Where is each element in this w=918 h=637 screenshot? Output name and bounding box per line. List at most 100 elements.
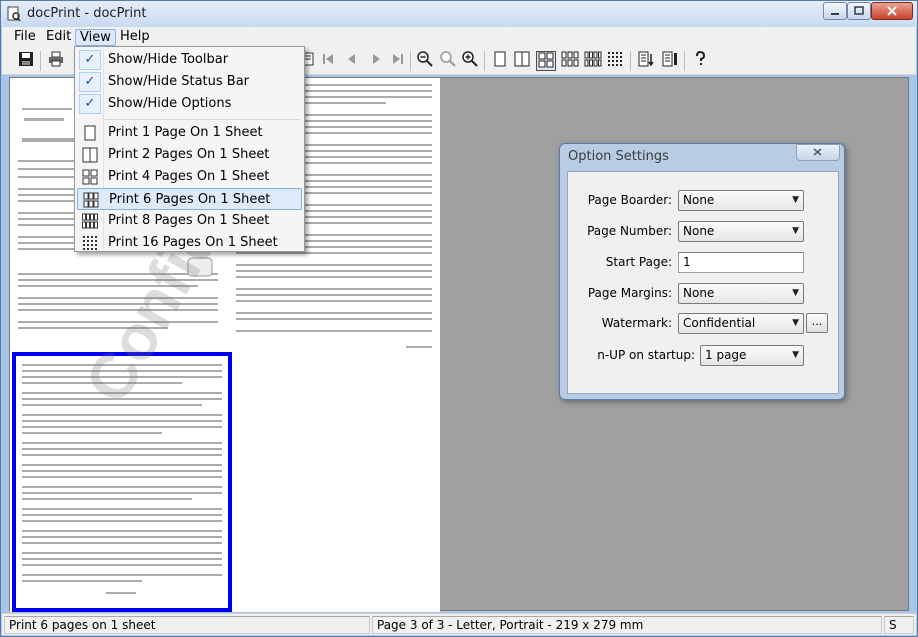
zoom-fit-icon[interactable] [438,51,458,71]
page-boarder-select[interactable]: None ▼ [678,190,804,211]
first-page-icon[interactable] [318,51,338,71]
menu-item-label: Print 8 Pages On 1 Sheet [108,213,270,228]
watermark-label: Watermark: [601,316,672,330]
nup-row: n-UP on startup: 1 page ▼ [568,345,840,367]
title-bar: docPrint - docPrint [1,1,917,27]
layout-16up-icon [608,52,622,66]
minimize-button[interactable] [823,2,847,20]
zoom-in-icon[interactable] [460,51,480,71]
layout-6up-button[interactable] [560,51,580,71]
toolbar-separator [484,51,485,71]
menu-item-label: Show/Hide Options [108,96,232,111]
menu-item-label: Print 1 Page On 1 Sheet [108,125,263,140]
menu-item-print-8-pages[interactable]: Print 8 Pages On 1 Sheet [77,210,302,232]
layout-16up-icon [83,236,97,250]
menu-item-toggle-toolbar[interactable]: ✓ Show/Hide Toolbar [77,49,302,71]
layout-4up-icon [82,169,98,185]
menu-view[interactable]: View [75,29,116,46]
menu-item-print-1-page[interactable]: Print 1 Page On 1 Sheet [77,122,302,144]
next-page-icon[interactable] [366,51,386,71]
menu-item-label: Show/Hide Toolbar [108,52,229,67]
menu-item-print-6-pages[interactable]: Print 6 Pages On 1 Sheet [77,188,302,210]
view-menu-dropdown: ✓ Show/Hide Toolbar ✓ Show/Hide Status B… [74,46,305,252]
app-icon [7,6,21,22]
menu-bar: File Edit View Help [2,27,916,47]
menu-edit[interactable]: Edit [42,29,75,46]
help-icon[interactable] [690,50,710,71]
maximize-icon [854,6,864,15]
menu-item-toggle-options[interactable]: ✓ Show/Hide Options [77,93,302,115]
page-margins-row: Page Margins: None ▼ [568,283,840,305]
close-button[interactable] [871,2,913,20]
nup-label: n-UP on startup: [597,348,695,362]
layout-1up-button[interactable] [490,51,510,71]
nup-select[interactable]: 1 page ▼ [700,345,804,366]
close-icon [887,6,897,16]
menu-item-toggle-status-bar[interactable]: ✓ Show/Hide Status Bar [77,71,302,93]
minimize-icon [831,13,839,15]
page-number-label: Page Number: [587,224,672,238]
menu-separator [105,119,300,120]
menu-item-label: Print 2 Pages On 1 Sheet [108,147,270,162]
status-bar: Print 6 pages on 1 sheet Page 3 of 3 - L… [2,613,916,635]
menu-item-print-16-pages[interactable]: Print 16 Pages On 1 Sheet [77,232,302,254]
start-page-label: Start Page: [605,255,672,269]
toolbar-separator [684,51,685,71]
page-number-value: None [683,224,715,238]
maximize-button[interactable] [847,2,871,20]
dialog-close-button[interactable] [796,144,840,161]
page-number-select[interactable]: None ▼ [678,221,804,242]
menu-item-label: Print 6 Pages On 1 Sheet [109,192,271,207]
layout-4up-button[interactable] [536,51,556,71]
toolbar-separator [630,51,631,71]
menu-item-print-4-pages[interactable]: Print 4 Pages On 1 Sheet [77,166,302,188]
layout-4up-icon [538,52,554,68]
window-title: docPrint - docPrint [27,6,147,21]
menu-item-label: Print 16 Pages On 1 Sheet [108,235,278,250]
page-boarder-row: Page Boarder: None ▼ [568,190,840,212]
dialog-body: Page Boarder: None ▼ Page Number: None ▼… [567,171,839,394]
layout-16up-button[interactable] [606,51,626,71]
watermark-select[interactable]: Confidential ▼ [678,313,804,334]
watermark-row: Watermark: Confidential ▼ ... [568,313,840,335]
page-margins-value: None [683,286,715,300]
status-page-info: Page 3 of 3 - Letter, Portrait - 219 x 2… [372,616,882,634]
layout-2up-icon [82,147,98,163]
status-message: Print 6 pages on 1 sheet [4,616,370,634]
menu-file[interactable]: File [10,29,40,46]
menu-help[interactable]: Help [116,29,154,46]
menu-item-print-2-pages[interactable]: Print 2 Pages On 1 Sheet [77,144,302,166]
page-boarder-label: Page Boarder: [587,193,672,207]
sort-order-icon[interactable] [636,51,656,71]
page-margins-select[interactable]: None ▼ [678,283,804,304]
save-icon[interactable] [16,51,36,71]
check-icon: ✓ [79,50,101,70]
layout-8up-button[interactable] [583,51,603,71]
watermark-value: Confidential [683,316,756,330]
print-icon[interactable] [46,51,66,71]
toolbar-separator [40,51,41,71]
menu-item-label: Print 4 Pages On 1 Sheet [108,169,270,184]
start-page-input[interactable]: 1 [678,252,804,273]
previous-page-icon[interactable] [342,51,362,71]
start-page-row: Start Page: 1 [568,252,840,274]
watermark-browse-button[interactable]: ... [806,313,828,333]
layout-1up-icon [494,51,506,67]
layout-2up-button[interactable] [512,51,532,71]
check-icon: ✓ [79,94,101,114]
zoom-out-icon[interactable] [415,51,435,71]
option-settings-dialog: Option Settings Page Boarder: None ▼ Pag… [559,143,845,400]
page-margins-label: Page Margins: [587,286,672,300]
page-number-row: Page Number: None ▼ [568,221,840,243]
page-boarder-value: None [683,193,715,207]
nup-value: 1 page [705,348,747,362]
last-page-icon[interactable] [388,51,408,71]
layout-8up-icon [82,213,98,229]
dropdown-arrow-icon: ▼ [792,318,799,328]
layout-8up-icon [584,51,602,67]
layout-1up-icon [84,125,96,141]
layout-6up-icon [83,192,99,208]
options-panel-icon[interactable] [660,51,680,71]
dropdown-arrow-icon: ▼ [792,350,799,360]
dialog-title: Option Settings [568,149,669,164]
